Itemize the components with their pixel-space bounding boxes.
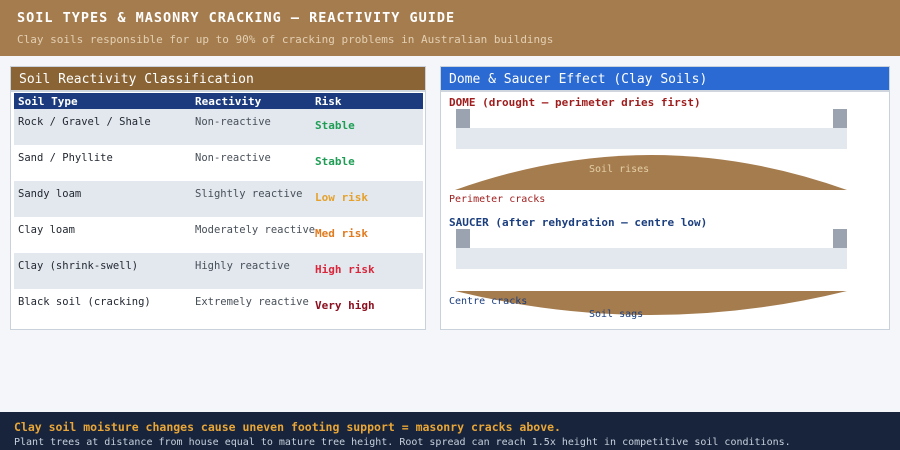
dome-right-pier (833, 109, 847, 128)
column-header-soil-type: Soil Type (18, 95, 78, 108)
dome-crack-label: Perimeter cracks (449, 194, 546, 205)
reactivity-cell: Non-reactive (195, 116, 271, 128)
page-title: SOIL TYPES & MASONRY CRACKING – REACTIVI… (17, 10, 456, 26)
soil-type-cell: Clay loam (18, 224, 75, 236)
dome-saucer-panel: Dome & Saucer Effect (Clay Soils) DOME (… (440, 66, 890, 330)
column-header-reactivity: Reactivity (195, 95, 262, 108)
page-subtitle: Clay soils responsible for up to 90% of … (17, 33, 554, 46)
soil-reactivity-panel: Soil Reactivity Classification Soil Type… (10, 66, 426, 330)
table-row: Black soil (cracking) Extremely reactive… (14, 289, 423, 325)
soil-type-cell: Rock / Gravel / Shale (18, 116, 151, 128)
footer-note-text: Plant trees at distance from house equal… (14, 437, 791, 448)
table-row: Clay loam Moderately reactive Med risk (14, 217, 423, 253)
footer-banner: Clay soil moisture changes cause uneven … (0, 412, 900, 450)
column-header-risk: Risk (315, 95, 342, 108)
dome-soil-mound (455, 155, 847, 190)
table-row: Rock / Gravel / Shale Non-reactive Stabl… (14, 109, 423, 145)
soil-type-cell: Clay (shrink-swell) (18, 260, 139, 272)
risk-cell: Stable (315, 119, 355, 132)
reactivity-cell: Moderately reactive (195, 224, 316, 236)
reactivity-cell: Non-reactive (195, 152, 271, 164)
risk-cell: Low risk (315, 191, 368, 204)
risk-cell: Very high (315, 299, 375, 312)
table-row: Sand / Phyllite Non-reactive Stable (14, 145, 423, 181)
table-header: Soil Type Reactivity Risk (14, 93, 423, 109)
soil-type-cell: Sandy loam (18, 188, 82, 200)
dome-left-pier (456, 109, 470, 128)
reactivity-cell: Highly reactive (195, 260, 290, 272)
dome-slab (456, 128, 847, 149)
footer-main-text: Clay soil moisture changes cause uneven … (14, 420, 561, 434)
dome-soil-label: Soil rises (589, 164, 650, 175)
soil-type-cell: Sand / Phyllite (18, 152, 113, 164)
saucer-right-pier (833, 229, 847, 248)
saucer-left-pier (456, 229, 470, 248)
soil-type-cell: Black soil (cracking) (18, 296, 151, 308)
dome-label: DOME (drought – perimeter dries first) (449, 96, 701, 109)
reactivity-cell: Extremely reactive (195, 296, 309, 308)
risk-cell: High risk (315, 263, 375, 276)
risk-cell: Med risk (315, 227, 368, 240)
risk-cell: Stable (315, 155, 355, 168)
saucer-slab (456, 248, 847, 269)
soil-reactivity-panel-title: Soil Reactivity Classification (19, 72, 254, 87)
soil-reactivity-table: Soil Type Reactivity Risk Rock / Gravel … (14, 93, 423, 325)
header-banner: SOIL TYPES & MASONRY CRACKING – REACTIVI… (0, 0, 900, 56)
saucer-label: SAUCER (after rehydration – centre low) (449, 216, 708, 229)
reactivity-cell: Slightly reactive (195, 188, 303, 200)
table-row: Sandy loam Slightly reactive Low risk (14, 181, 423, 217)
soil-reactivity-panel-header: Soil Reactivity Classification (11, 67, 425, 92)
saucer-crack-label: Centre cracks (449, 296, 528, 307)
table-row: Clay (shrink-swell) Highly reactive High… (14, 253, 423, 289)
saucer-soil-label: Soil sags (589, 309, 644, 320)
